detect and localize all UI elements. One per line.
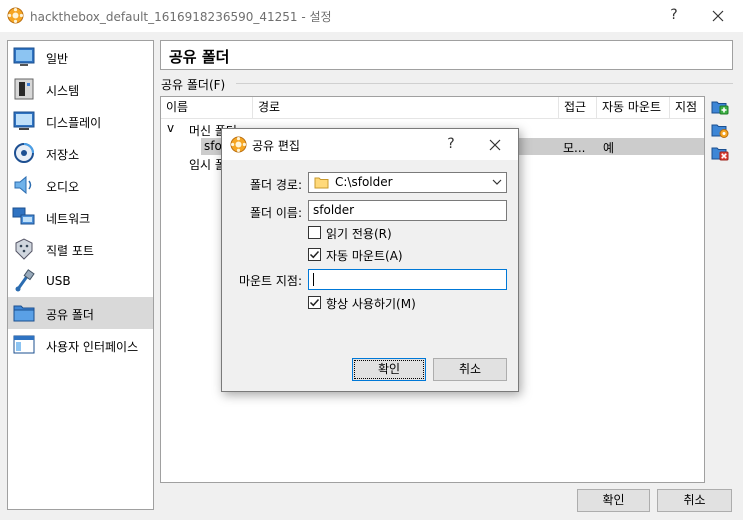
chevron-down-icon[interactable] [492, 179, 502, 186]
sidebar-item-label: 저장소 [46, 148, 80, 162]
sidebar-item-label: 디스플레이 [46, 116, 102, 130]
ok-button[interactable]: 확인 [577, 489, 650, 512]
row-automount: 예 [603, 141, 615, 155]
row-name: sfo [204, 139, 222, 153]
dialog-title-bar: 공유 편집 ? [222, 129, 518, 160]
column-header-mountpoint[interactable]: 지점 [670, 97, 704, 119]
dialog-cancel-button[interactable]: 취소 [433, 358, 507, 381]
automount-checkbox[interactable]: 자동 마운트(A) [308, 247, 488, 263]
sidebar-item-label: 일반 [46, 52, 69, 66]
user-interface-icon [13, 335, 35, 354]
close-icon[interactable] [485, 135, 505, 155]
sidebar-item-system[interactable]: 시스템 [8, 73, 153, 105]
add-folder-icon[interactable] [711, 98, 729, 116]
shared-folders-group-label: 공유 폴더(F) [161, 78, 226, 92]
sidebar-item-display[interactable]: 디스플레이 [8, 105, 153, 137]
general-icon [13, 47, 35, 66]
window-title: hackthebox_default_1616918236590_41251 -… [30, 10, 332, 24]
sidebar-item-label: 시스템 [46, 84, 80, 98]
automount-checkbox-box[interactable] [308, 248, 321, 261]
cancel-button[interactable]: 취소 [657, 489, 732, 512]
sidebar-item-general[interactable]: 일반 [8, 41, 153, 73]
storage-icon [14, 143, 34, 163]
sidebar-item-label: 네트워크 [46, 212, 91, 226]
column-header-name[interactable]: 이름 [161, 97, 253, 119]
folder-icon [314, 177, 329, 189]
sidebar-item-label: 사용자 인터페이스 [46, 340, 139, 354]
serial-port-icon [15, 238, 33, 260]
folder-path-value: C:\sfolder [335, 175, 393, 189]
folder-path-label: 폴더 경로: [249, 178, 302, 192]
sidebar-item-network[interactable]: 네트워크 [8, 201, 153, 233]
virtualbox-app-icon [230, 136, 247, 153]
dialog-help-button[interactable]: ? [442, 135, 460, 153]
sidebar-item-user-interface[interactable]: 사용자 인터페이스 [8, 329, 153, 361]
tree-header: 이름 경로 접근 자동 마운트 지점 [161, 97, 704, 119]
column-header-path[interactable]: 경로 [253, 97, 559, 119]
audio-icon [14, 175, 32, 195]
remove-folder-icon[interactable] [711, 144, 729, 162]
page-title: 공유 폴더 [169, 48, 230, 66]
edit-share-dialog: 공유 편집 ? 폴더 경로: C:\sfolder 폴더 이름: sfolder… [221, 128, 519, 392]
permanent-checkbox-box[interactable] [308, 296, 321, 309]
column-header-access[interactable]: 접근 [559, 97, 597, 119]
close-icon[interactable] [707, 5, 729, 27]
settings-sidebar: 일반 시스템 디스플레이 저장소 오디오 네트워크 직렬 포트 USB 공유 폴… [7, 40, 154, 510]
system-icon [14, 78, 34, 100]
focus-ring [354, 360, 424, 379]
sidebar-item-label: 오디오 [46, 180, 80, 194]
sidebar-item-usb[interactable]: USB [8, 265, 153, 297]
sidebar-item-audio[interactable]: 오디오 [8, 169, 153, 201]
readonly-checkbox-box[interactable] [308, 226, 321, 239]
automount-label: 자동 마운트(A) [326, 249, 403, 263]
row-access: 모... [563, 141, 586, 155]
edit-folder-icon[interactable] [711, 121, 729, 139]
folder-path-combobox[interactable]: C:\sfolder [308, 172, 507, 193]
expand-chevron-icon[interactable]: v [167, 121, 174, 135]
group-divider [236, 83, 733, 84]
help-button[interactable]: ? [664, 5, 684, 25]
display-icon [13, 111, 35, 130]
checkmark-icon [309, 250, 320, 259]
shared-folder-icon [13, 305, 35, 322]
column-header-automount[interactable]: 자동 마운트 [597, 97, 670, 119]
page-header: 공유 폴더 [160, 40, 733, 70]
folder-name-value: sfolder [313, 203, 355, 217]
sidebar-item-label: 공유 폴더 [46, 308, 94, 322]
checkmark-icon [309, 298, 320, 307]
text-cursor [313, 273, 314, 286]
sidebar-item-storage[interactable]: 저장소 [8, 137, 153, 169]
sidebar-item-label: 직렬 포트 [46, 244, 94, 258]
folder-name-field[interactable]: sfolder [308, 200, 507, 221]
mount-point-label: 마운트 지점: [238, 274, 302, 288]
sidebar-item-label: USB [46, 274, 71, 288]
virtualbox-app-icon [7, 7, 24, 24]
dialog-title: 공유 편집 [252, 139, 300, 153]
readonly-label: 읽기 전용(R) [326, 227, 392, 241]
network-icon [12, 207, 35, 225]
permanent-label: 항상 사용하기(M) [326, 297, 416, 311]
sidebar-item-shared-folders[interactable]: 공유 폴더 [8, 297, 153, 329]
permanent-checkbox[interactable]: 항상 사용하기(M) [308, 295, 488, 311]
folder-name-label: 폴더 이름: [249, 206, 302, 220]
dialog-ok-button[interactable]: 확인 [352, 358, 426, 381]
usb-icon [15, 269, 35, 292]
mount-point-input[interactable] [308, 269, 507, 290]
sidebar-item-serial-port[interactable]: 직렬 포트 [8, 233, 153, 265]
readonly-checkbox[interactable]: 읽기 전용(R) [308, 225, 488, 241]
